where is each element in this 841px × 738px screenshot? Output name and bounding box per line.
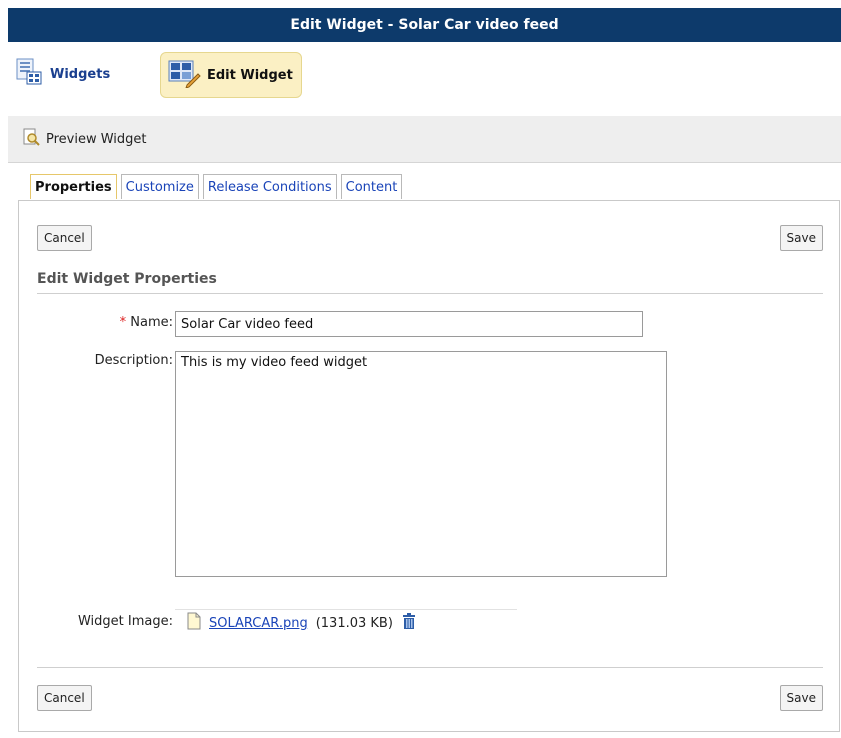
cancel-button-top[interactable]: Cancel [37, 225, 92, 251]
save-button-top[interactable]: Save [779, 225, 823, 251]
tab-properties[interactable]: Properties [30, 174, 117, 199]
toolbar: Preview Widget [8, 116, 841, 163]
tab-strip: Properties Customize Release Conditions … [30, 174, 403, 200]
nav-bar: Widgets Edit Widget [8, 42, 841, 117]
file-icon [187, 612, 201, 634]
tab-content[interactable]: Content [340, 174, 403, 199]
widget-image-row: SOLARCAR.png (131.03 KB) [175, 609, 517, 636]
widget-image-size: (131.03 KB) [315, 615, 393, 631]
name-field[interactable] [175, 311, 643, 337]
nav-edit-widget[interactable]: Edit Widget [160, 52, 302, 98]
save-button-bottom[interactable]: Save [779, 685, 823, 711]
name-label: Name: [130, 315, 173, 330]
preview-icon [22, 128, 40, 150]
widget-image-label: Widget Image: [77, 614, 173, 629]
cancel-button-bottom[interactable]: Cancel [37, 685, 92, 711]
trash-icon[interactable] [401, 612, 417, 634]
window-title: Edit Widget - Solar Car video feed [290, 17, 559, 33]
tab-customize[interactable]: Customize [120, 174, 199, 199]
description-label: Description: [94, 353, 173, 368]
preview-widget-button[interactable]: Preview Widget [22, 128, 147, 150]
properties-panel: Cancel Save Edit Widget Properties * Nam… [18, 200, 840, 732]
widget-image-link[interactable]: SOLARCAR.png [209, 616, 308, 631]
divider [37, 667, 823, 668]
name-label-row: * Name: [79, 315, 173, 330]
required-marker: * [119, 315, 127, 330]
nav-edit-widget-label: Edit Widget [207, 67, 293, 83]
tab-release-conditions[interactable]: Release Conditions [202, 174, 337, 199]
nav-widgets-label: Widgets [50, 66, 111, 82]
description-field[interactable]: This is my video feed widget [175, 351, 667, 577]
edit-widget-icon [167, 58, 201, 92]
preview-widget-label: Preview Widget [46, 131, 147, 147]
nav-widgets[interactable]: Widgets [14, 52, 110, 96]
widgets-grid-icon [14, 57, 44, 91]
section-title: Edit Widget Properties [37, 271, 823, 294]
window-title-bar: Edit Widget - Solar Car video feed [8, 8, 841, 42]
